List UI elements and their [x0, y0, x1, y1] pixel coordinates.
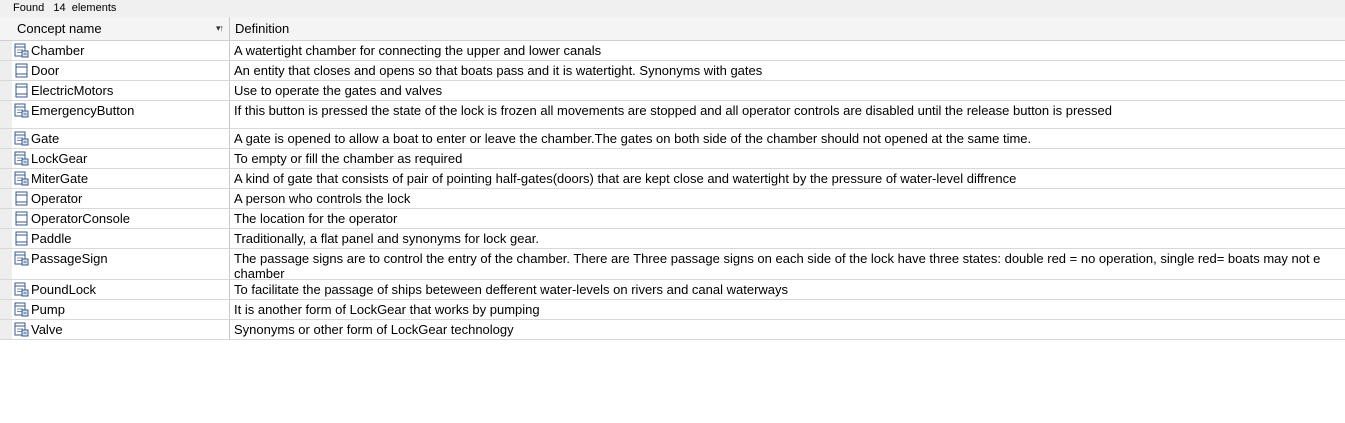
class-icon — [14, 131, 29, 146]
grid-header: Concept name ▾↑ Definition — [0, 17, 1345, 41]
class-icon — [14, 151, 29, 166]
table-row[interactable]: OperatorConsole The location for the oper… — [0, 209, 1345, 229]
concept-name: EmergencyButton — [31, 103, 135, 118]
row-gutter[interactable] — [0, 41, 12, 60]
entity-icon — [15, 191, 28, 206]
concept-definition[interactable]: The location for the operator — [230, 209, 1345, 228]
class-icon — [14, 103, 29, 118]
concept-name-cell[interactable]: EmergencyButton — [12, 101, 230, 128]
status-label: Found — [13, 2, 45, 14]
concept-name: OperatorConsole — [31, 211, 130, 226]
concept-name-cell[interactable]: PoundLock — [12, 280, 230, 299]
table-row[interactable]: EmergencyButton If this button is pressed… — [0, 101, 1345, 129]
concept-name: Chamber — [31, 43, 85, 58]
table-row[interactable]: Gate A gate is opened to allow a boat to … — [0, 129, 1345, 149]
row-gutter[interactable] — [0, 189, 12, 208]
table-row[interactable]: Chamber A watertight chamber for connecti… — [0, 41, 1345, 61]
concept-name-cell[interactable]: MiterGate — [12, 169, 230, 188]
row-gutter[interactable] — [0, 280, 12, 299]
row-gutter[interactable] — [0, 169, 12, 188]
row-gutter[interactable] — [0, 61, 12, 80]
concept-name: Door — [31, 63, 60, 78]
concept-name: ElectricMotors — [31, 83, 114, 98]
row-gutter[interactable] — [0, 209, 12, 228]
entity-icon — [15, 83, 28, 98]
table-row[interactable]: Pump It is another form of LockGear that … — [0, 300, 1345, 320]
grid-body: Chamber A watertight chamber for connecti… — [0, 41, 1345, 340]
table-row[interactable]: Valve Synonyms or other form of LockGear … — [0, 320, 1345, 340]
column-header-definition[interactable]: Definition — [230, 17, 1345, 40]
concept-definition[interactable]: To empty or fill the chamber as required — [230, 149, 1345, 168]
column-header-concept-name[interactable]: Concept name ▾↑ — [0, 17, 230, 40]
table-row[interactable]: PoundLock To facilitate the passage of sh… — [0, 280, 1345, 300]
row-gutter[interactable] — [0, 229, 12, 248]
table-row[interactable]: MiterGate A kind of gate that consists of… — [0, 169, 1345, 189]
concept-name: PoundLock — [31, 282, 97, 297]
class-icon — [14, 322, 29, 337]
table-row[interactable]: PassageSign The passage signs are to cont… — [0, 249, 1345, 280]
concept-name: Gate — [31, 131, 60, 146]
concept-definition[interactable]: Use to operate the gates and valves — [230, 81, 1345, 100]
status-bar: Found 14 elements — [0, 0, 1345, 17]
concept-name-cell[interactable]: Chamber — [12, 41, 230, 60]
concept-name: Paddle — [31, 231, 72, 246]
concept-name: LockGear — [31, 151, 88, 166]
table-row[interactable]: LockGear To empty or fill the chamber as … — [0, 149, 1345, 169]
concept-name-cell[interactable]: Valve — [12, 320, 230, 339]
column-header-label: Concept name — [17, 21, 102, 36]
row-gutter[interactable] — [0, 300, 12, 319]
concept-name-cell[interactable]: Door — [12, 61, 230, 80]
concept-name-cell[interactable]: Pump — [12, 300, 230, 319]
row-gutter[interactable] — [0, 320, 12, 339]
class-icon — [14, 302, 29, 317]
concept-name: MiterGate — [31, 171, 89, 186]
concept-definition[interactable]: An entity that closes and opens so that … — [230, 61, 1345, 80]
table-row[interactable]: Paddle Traditionally, a flat panel and sy… — [0, 229, 1345, 249]
concept-name-cell[interactable]: LockGear — [12, 149, 230, 168]
concept-name: Valve — [31, 322, 63, 337]
status-suffix: elements — [71, 2, 117, 14]
concept-definition[interactable]: A gate is opened to allow a boat to ente… — [230, 129, 1345, 148]
row-gutter[interactable] — [0, 149, 12, 168]
sort-ascending-icon[interactable]: ▾↑ — [216, 17, 224, 40]
table-row[interactable]: Operator A person who controls the lock — [0, 189, 1345, 209]
class-icon — [14, 282, 29, 297]
entity-icon — [15, 231, 28, 246]
concept-definition[interactable]: A kind of gate that consists of pair of … — [230, 169, 1345, 188]
entity-icon — [15, 63, 28, 78]
concept-name-cell[interactable]: PassageSign — [12, 249, 230, 279]
concept-name-cell[interactable]: ElectricMotors — [12, 81, 230, 100]
concept-name: Pump — [31, 302, 65, 317]
concept-grid: Concept name ▾↑ Definition Chamber A wate… — [0, 17, 1345, 340]
concept-name-cell[interactable]: OperatorConsole — [12, 209, 230, 228]
concept-name-cell[interactable]: Gate — [12, 129, 230, 148]
concept-definition[interactable]: It is another form of LockGear that work… — [230, 300, 1345, 319]
row-gutter[interactable] — [0, 129, 12, 148]
row-gutter[interactable] — [0, 101, 12, 128]
status-count: 14 — [53, 2, 66, 14]
concept-definition[interactable]: If this button is pressed the state of t… — [230, 101, 1345, 128]
table-row[interactable]: Door An entity that closes and opens so t… — [0, 61, 1345, 81]
column-header-label: Definition — [235, 21, 290, 36]
concept-definition[interactable]: Traditionally, a flat panel and synonyms… — [230, 229, 1345, 248]
table-row[interactable]: ElectricMotors Use to operate the gates a… — [0, 81, 1345, 101]
row-gutter[interactable] — [0, 81, 12, 100]
concept-definition[interactable]: The passage signs are to control the ent… — [230, 249, 1345, 279]
row-gutter[interactable] — [0, 249, 12, 279]
concept-name: Operator — [31, 191, 83, 206]
class-icon — [14, 171, 29, 186]
concept-definition[interactable]: A person who controls the lock — [230, 189, 1345, 208]
concept-name-cell[interactable]: Operator — [12, 189, 230, 208]
entity-icon — [15, 211, 28, 226]
concept-definition[interactable]: Synonyms or other form of LockGear techn… — [230, 320, 1345, 339]
class-icon — [14, 43, 29, 58]
concept-definition[interactable]: To facilitate the passage of ships betew… — [230, 280, 1345, 299]
concept-name-cell[interactable]: Paddle — [12, 229, 230, 248]
concept-name: PassageSign — [31, 251, 108, 266]
concept-definition[interactable]: A watertight chamber for connecting the … — [230, 41, 1345, 60]
class-icon — [14, 251, 29, 266]
